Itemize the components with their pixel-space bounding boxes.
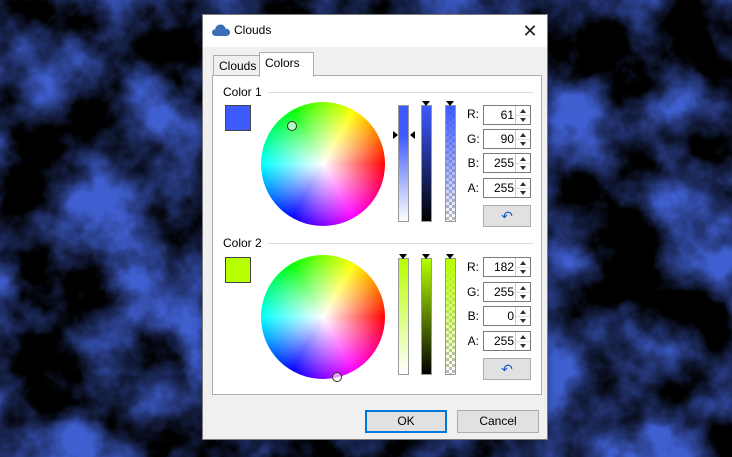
color2-wheel[interactable] [261,255,385,379]
color1-alpha-handle[interactable] [446,101,454,106]
colors-tab-panel: Color 1 R: G: B: A: [212,75,542,395]
color2-b-label: B: [467,309,479,323]
color2-a-stepper[interactable] [483,331,531,351]
color1-b-input[interactable] [484,154,516,172]
color1-sat-handle-right[interactable] [410,131,415,139]
color2-a-input[interactable] [484,332,516,350]
color1-g-label: G: [467,132,480,146]
color2-a-label: A: [467,334,479,348]
color2-r-input[interactable] [484,258,516,276]
color1-sat-handle-left[interactable] [393,131,398,139]
color2-reset-button[interactable]: ↶ [483,358,531,380]
tab-colors[interactable]: Colors [259,52,314,77]
color2-wheel-marker[interactable] [332,372,342,382]
color1-a-stepper[interactable] [483,178,531,198]
color1-reset-button[interactable]: ↶ [483,205,531,227]
spin-down-button[interactable] [516,115,530,124]
color1-swatch[interactable] [225,105,251,131]
color2-swatch[interactable] [225,257,251,283]
color1-r-stepper[interactable] [483,105,531,125]
color2-g-input[interactable] [484,283,516,301]
color1-wheel-marker[interactable] [287,121,297,131]
color1-label: Color 1 [223,85,268,99]
color1-b-stepper[interactable] [483,153,531,173]
color1-a-input[interactable] [484,179,516,197]
color1-wheel[interactable] [261,102,385,226]
title-bar: Clouds ✕ [203,15,547,47]
color1-value-slider[interactable] [421,105,432,222]
color1-alpha-slider[interactable] [445,105,456,222]
close-button[interactable]: ✕ [513,15,547,47]
group-divider [265,243,533,244]
group-divider [265,92,533,93]
color2-r-stepper[interactable] [483,257,531,277]
color2-r-label: R: [467,260,479,274]
color2-saturation-slider[interactable] [398,258,409,375]
color2-sat-handle[interactable] [399,254,407,259]
spin-down-button[interactable] [516,139,530,148]
color1-saturation-slider[interactable] [398,105,409,222]
window-title: Clouds [234,23,272,37]
spin-down-button[interactable] [516,341,530,350]
color1-r-label: R: [467,107,479,121]
clouds-dialog: Clouds ✕ Clouds Colors Color 1 R: G: [202,14,548,440]
spin-down-button[interactable] [516,188,530,197]
color1-g-input[interactable] [484,130,516,148]
color2-value-handle[interactable] [422,254,430,259]
color1-a-label: A: [467,181,479,195]
color1-value-handle[interactable] [422,101,430,106]
spin-down-button[interactable] [516,267,530,276]
color2-b-input[interactable] [484,307,516,325]
tab-clouds[interactable]: Clouds [213,55,260,76]
reset-arrow-icon: ↶ [501,360,513,377]
color2-alpha-handle[interactable] [446,254,454,259]
color1-b-label: B: [467,156,479,170]
color2-alpha-slider[interactable] [445,258,456,375]
color2-g-stepper[interactable] [483,282,531,302]
cloud-icon [212,24,230,36]
color2-g-label: G: [467,285,480,299]
spin-down-button[interactable] [516,292,530,301]
color2-value-slider[interactable] [421,258,432,375]
reset-arrow-icon: ↶ [501,207,513,224]
color2-b-stepper[interactable] [483,306,531,326]
color1-g-stepper[interactable] [483,129,531,149]
cancel-button[interactable]: Cancel [457,410,539,433]
color1-r-input[interactable] [484,106,516,124]
ok-button[interactable]: OK [365,410,447,433]
spin-down-button[interactable] [516,163,530,172]
spin-down-button[interactable] [516,316,530,325]
color2-label: Color 2 [223,236,268,250]
